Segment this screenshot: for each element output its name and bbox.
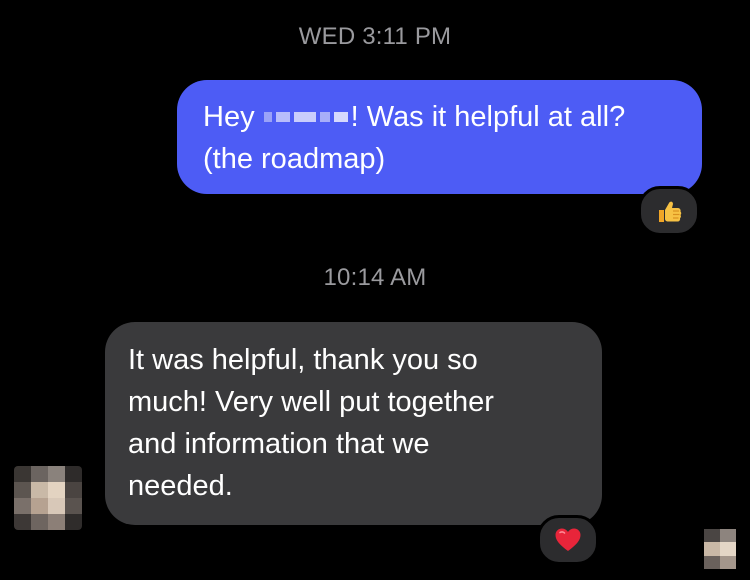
received-message-line: It was helpful, thank you so <box>128 344 478 376</box>
sent-message-suffix: ! Was it helpful at all? <box>350 101 626 133</box>
sent-message-line-1: Hey ! Was it helpful at all? <box>203 96 678 138</box>
sent-message-prefix: Hey <box>203 101 263 133</box>
heart-icon <box>555 528 581 551</box>
message-timestamp: 10:14 AM <box>323 264 427 291</box>
sent-message-line-2: (the roadmap) <box>203 143 386 175</box>
received-message-line: and information that we <box>128 428 430 460</box>
redacted-name <box>263 104 350 128</box>
thumbs-up-reaction[interactable] <box>638 186 700 236</box>
sender-avatar[interactable] <box>14 466 82 530</box>
conversation-timestamp: WED 3:11 PM <box>298 23 452 50</box>
received-message-bubble[interactable]: It was helpful, thank you so much! Very … <box>105 322 602 525</box>
heart-reaction[interactable] <box>537 515 599 565</box>
read-receipt-avatar <box>704 529 736 569</box>
received-message-line: much! Very well put together <box>128 386 494 418</box>
sent-message-bubble[interactable]: Hey ! Was it helpful at all? (the roadma… <box>177 80 702 194</box>
received-message-line: needed. <box>128 470 233 502</box>
thumbs-up-icon <box>659 201 682 222</box>
